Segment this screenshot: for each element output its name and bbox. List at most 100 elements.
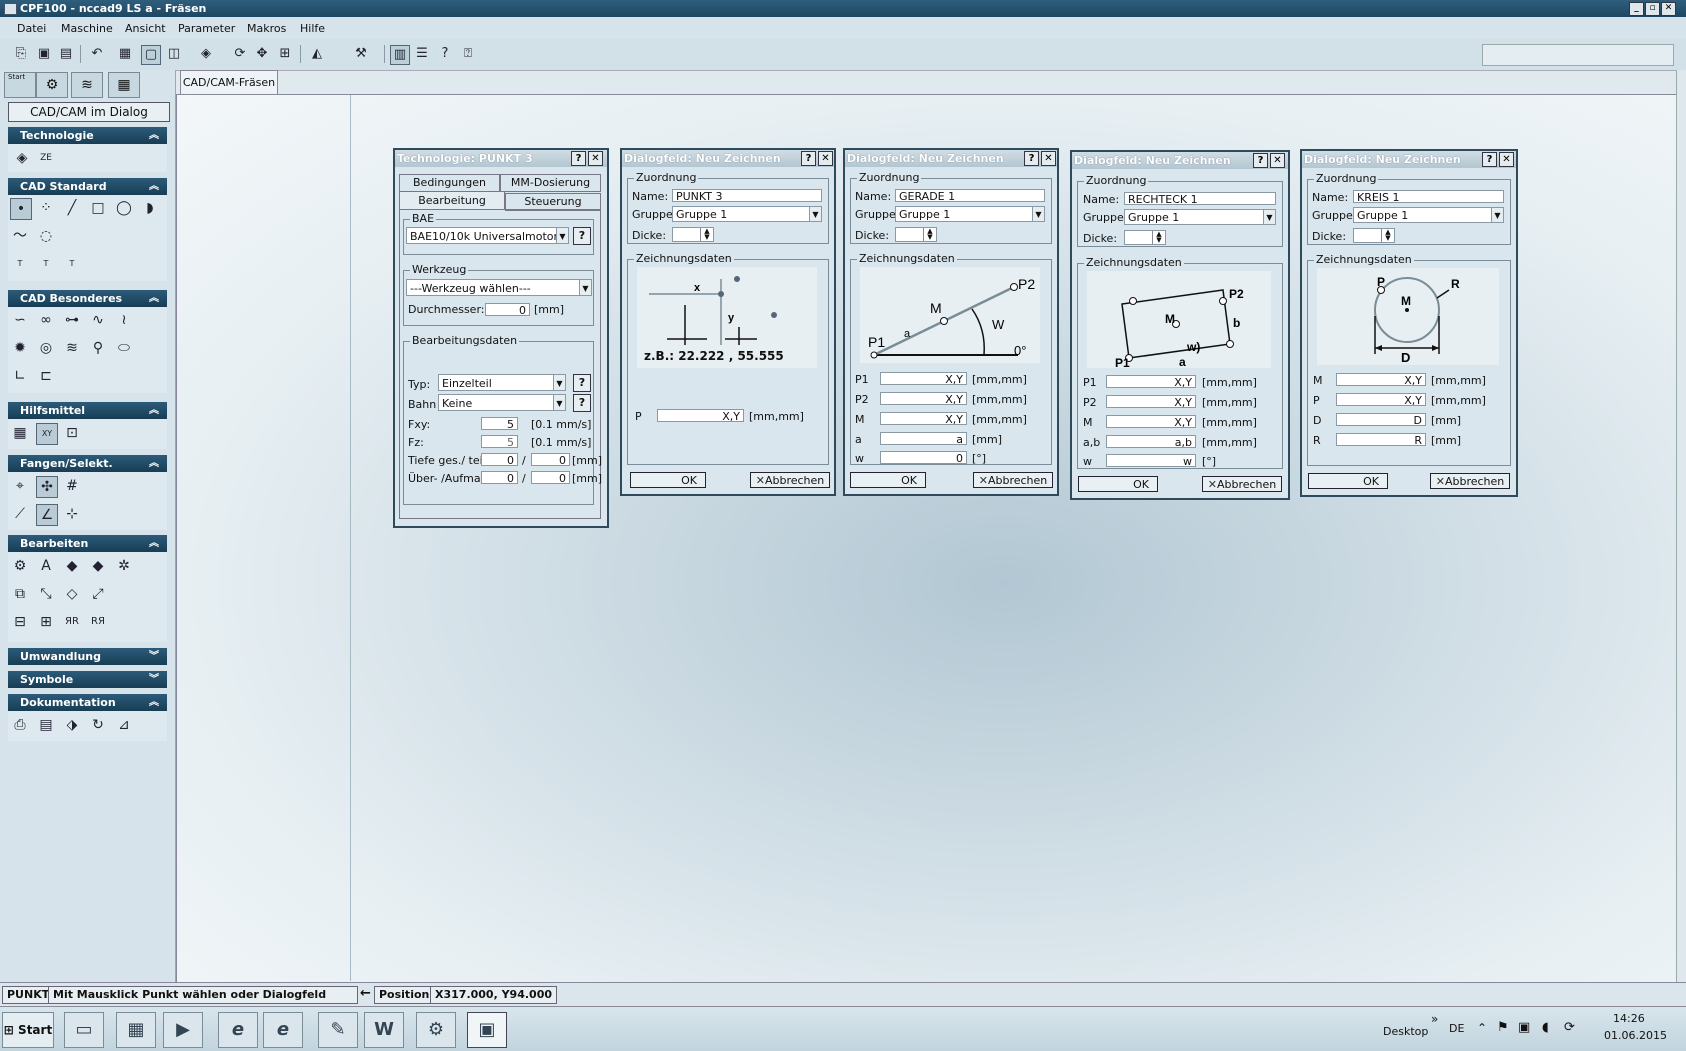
aufmass-input[interactable]: 0 [531, 471, 570, 484]
rectangle-tool-icon[interactable]: □ [88, 198, 108, 218]
w-input[interactable]: w [1106, 454, 1196, 467]
cancel-button[interactable]: ✕Abbrechen [750, 472, 830, 488]
menu-datei[interactable]: Datei [17, 22, 46, 35]
section-cad-standard[interactable]: CAD Standard ︽ [8, 178, 167, 195]
measure-icon[interactable]: ⬗ [62, 715, 82, 735]
gear-tool-icon[interactable]: ✹ [10, 338, 30, 358]
snap-center-icon[interactable]: ⊹ [62, 504, 82, 524]
multi-point-icon[interactable]: ⁘ [36, 198, 56, 218]
help-icon[interactable]: ? [436, 45, 454, 63]
tiefe-teil-input[interactable]: 0 [531, 453, 570, 466]
cancel-button[interactable]: ✕Abbrechen [973, 472, 1053, 488]
settings-icon[interactable]: ✲ [114, 556, 134, 576]
circle-tool-icon[interactable]: ◯ [114, 198, 134, 218]
dimension-icon[interactable]: ⊿ [114, 715, 134, 735]
file-manager-icon[interactable]: ▭ [64, 1012, 104, 1048]
network-icon[interactable]: ▣ [1518, 1020, 1530, 1035]
section-symbole[interactable]: Symbole ︾ [8, 671, 167, 688]
page-view-icon[interactable]: ▢ [141, 45, 161, 65]
text-edit-icon[interactable]: A [36, 556, 56, 576]
toolbar-chevron-icon[interactable]: » [1431, 1012, 1438, 1026]
section-dokumentation[interactable]: Dokumentation ︽ [8, 694, 167, 711]
context-help-icon[interactable]: ⍰ [459, 45, 477, 63]
snap-angle-icon[interactable]: ∠ [36, 504, 58, 526]
bae-select[interactable]: BAE10/10k Universalmotor ▼ [406, 227, 569, 244]
p-input[interactable]: X,Y [1336, 393, 1426, 406]
freeform-tool-icon[interactable]: ≀ [114, 310, 134, 330]
curve-tool-icon[interactable]: ∽ [10, 310, 30, 330]
close-button[interactable]: ✕ [1661, 2, 1676, 16]
name-input[interactable]: GERADE 1 [895, 189, 1045, 202]
spline-tool-icon[interactable]: ∿ [88, 310, 108, 330]
profile-tool-icon[interactable]: ⊏ [36, 366, 56, 386]
save-as-icon[interactable]: ▤ [57, 45, 75, 63]
ueber-input[interactable]: 0 [481, 471, 518, 484]
ok-button[interactable]: OK [1078, 476, 1158, 492]
gruppe-select[interactable]: Gruppe 1 ▼ [672, 206, 822, 222]
point-tool-icon[interactable]: • [10, 198, 32, 220]
left-tab-docs[interactable]: ▦ [108, 72, 140, 98]
tab-cad-cam-fraesen[interactable]: CAD/CAM-Fräsen [180, 70, 278, 95]
gruppe-select[interactable]: Gruppe 1 ▼ [1124, 209, 1276, 225]
m-input[interactable]: X,Y [1336, 373, 1426, 386]
plane-icon[interactable]: ◭ [308, 45, 326, 63]
section-technologie[interactable]: Technologie ︽ [8, 127, 167, 144]
m-input[interactable]: X,Y [880, 412, 967, 425]
chain-tool-icon[interactable]: ∞ [36, 310, 56, 330]
desktop-toolbar-label[interactable]: Desktop [1383, 1025, 1428, 1038]
crosshair-icon[interactable]: ⌖ [10, 476, 30, 496]
tab-bedingungen[interactable]: Bedingungen [399, 174, 500, 192]
section-fangen[interactable]: Fangen/Selekt. ︽ [8, 455, 167, 472]
undo-icon[interactable]: ↶ [88, 45, 106, 63]
maximize-button[interactable]: ▫ [1645, 2, 1660, 16]
section-cad-besonderes[interactable]: CAD Besonderes ︽ [8, 290, 167, 307]
window-list-icon[interactable]: ☰ [413, 45, 431, 63]
p-input[interactable]: X,Y [657, 409, 744, 422]
cancel-button[interactable]: ✕Abbrechen [1202, 476, 1282, 492]
a-input[interactable]: a [880, 432, 967, 445]
typ-help-button[interactable]: ? [573, 374, 591, 392]
menu-hilfe[interactable]: Hilfe [300, 22, 325, 35]
dicke-spinner[interactable]: ▲ ▼ [1353, 228, 1395, 243]
dialog-help-button[interactable]: ? [1482, 152, 1497, 167]
oval-tool-icon[interactable]: ⬭ [114, 338, 134, 358]
line-tool-icon[interactable]: ╱ [62, 198, 82, 218]
werkzeug-select[interactable]: ---Werkzeug wählen--- ▼ [406, 279, 592, 296]
text-multi-icon[interactable]: T [62, 254, 82, 274]
ze-icon[interactable]: ZE [36, 148, 56, 168]
feather-app-icon[interactable]: ✎ [318, 1012, 358, 1048]
dicke-spinner[interactable]: ▲ ▼ [895, 227, 937, 242]
snap-line-icon[interactable]: ⟋ [10, 504, 30, 524]
gruppe-select[interactable]: Gruppe 1 ▼ [1353, 207, 1504, 223]
internet-explorer-2-icon[interactable]: e [263, 1012, 303, 1048]
flag-icon[interactable]: ⚑ [1497, 1020, 1509, 1035]
grid-view-icon[interactable]: ▦ [116, 45, 134, 63]
clock-time[interactable]: 14:26 [1613, 1012, 1645, 1025]
d-input[interactable]: D [1336, 413, 1426, 426]
distribute-icon[interactable]: ⊞ [36, 612, 56, 632]
menu-maschine[interactable]: Maschine [61, 22, 113, 35]
text-true-icon[interactable]: T [10, 254, 30, 274]
calculator-icon[interactable]: ▦ [116, 1012, 156, 1048]
p1-input[interactable]: X,Y [1106, 375, 1196, 388]
dialog-close-button[interactable]: ✕ [1270, 153, 1285, 168]
snap-point-icon[interactable]: ✣ [36, 476, 58, 498]
dialog-help-button[interactable]: ? [571, 151, 586, 166]
m-input[interactable]: X,Y [1106, 415, 1196, 428]
fit-icon[interactable]: ⊞ [276, 45, 294, 63]
nccad-app-icon[interactable]: ▣ [467, 1012, 507, 1048]
coordinates-icon[interactable]: XY [36, 423, 58, 445]
left-tab-cam[interactable]: ≋ [71, 72, 103, 98]
move-icon[interactable]: ✥ [253, 45, 271, 63]
ab-input[interactable]: a,b [1106, 435, 1196, 448]
language-indicator[interactable]: DE [1449, 1022, 1464, 1035]
sync-icon[interactable]: ⟳ [1564, 1020, 1575, 1035]
align-icon[interactable]: ⊟ [10, 612, 30, 632]
internet-explorer-icon[interactable]: e [218, 1012, 258, 1048]
r-input[interactable]: R [1336, 433, 1426, 446]
menu-makros[interactable]: Makros [247, 22, 286, 35]
text-icon[interactable]: T [36, 254, 56, 274]
bae-help-button[interactable]: ? [573, 227, 591, 245]
section-umwandlung[interactable]: Umwandlung ︾ [8, 648, 167, 665]
document-icon[interactable]: ▤ [36, 715, 56, 735]
